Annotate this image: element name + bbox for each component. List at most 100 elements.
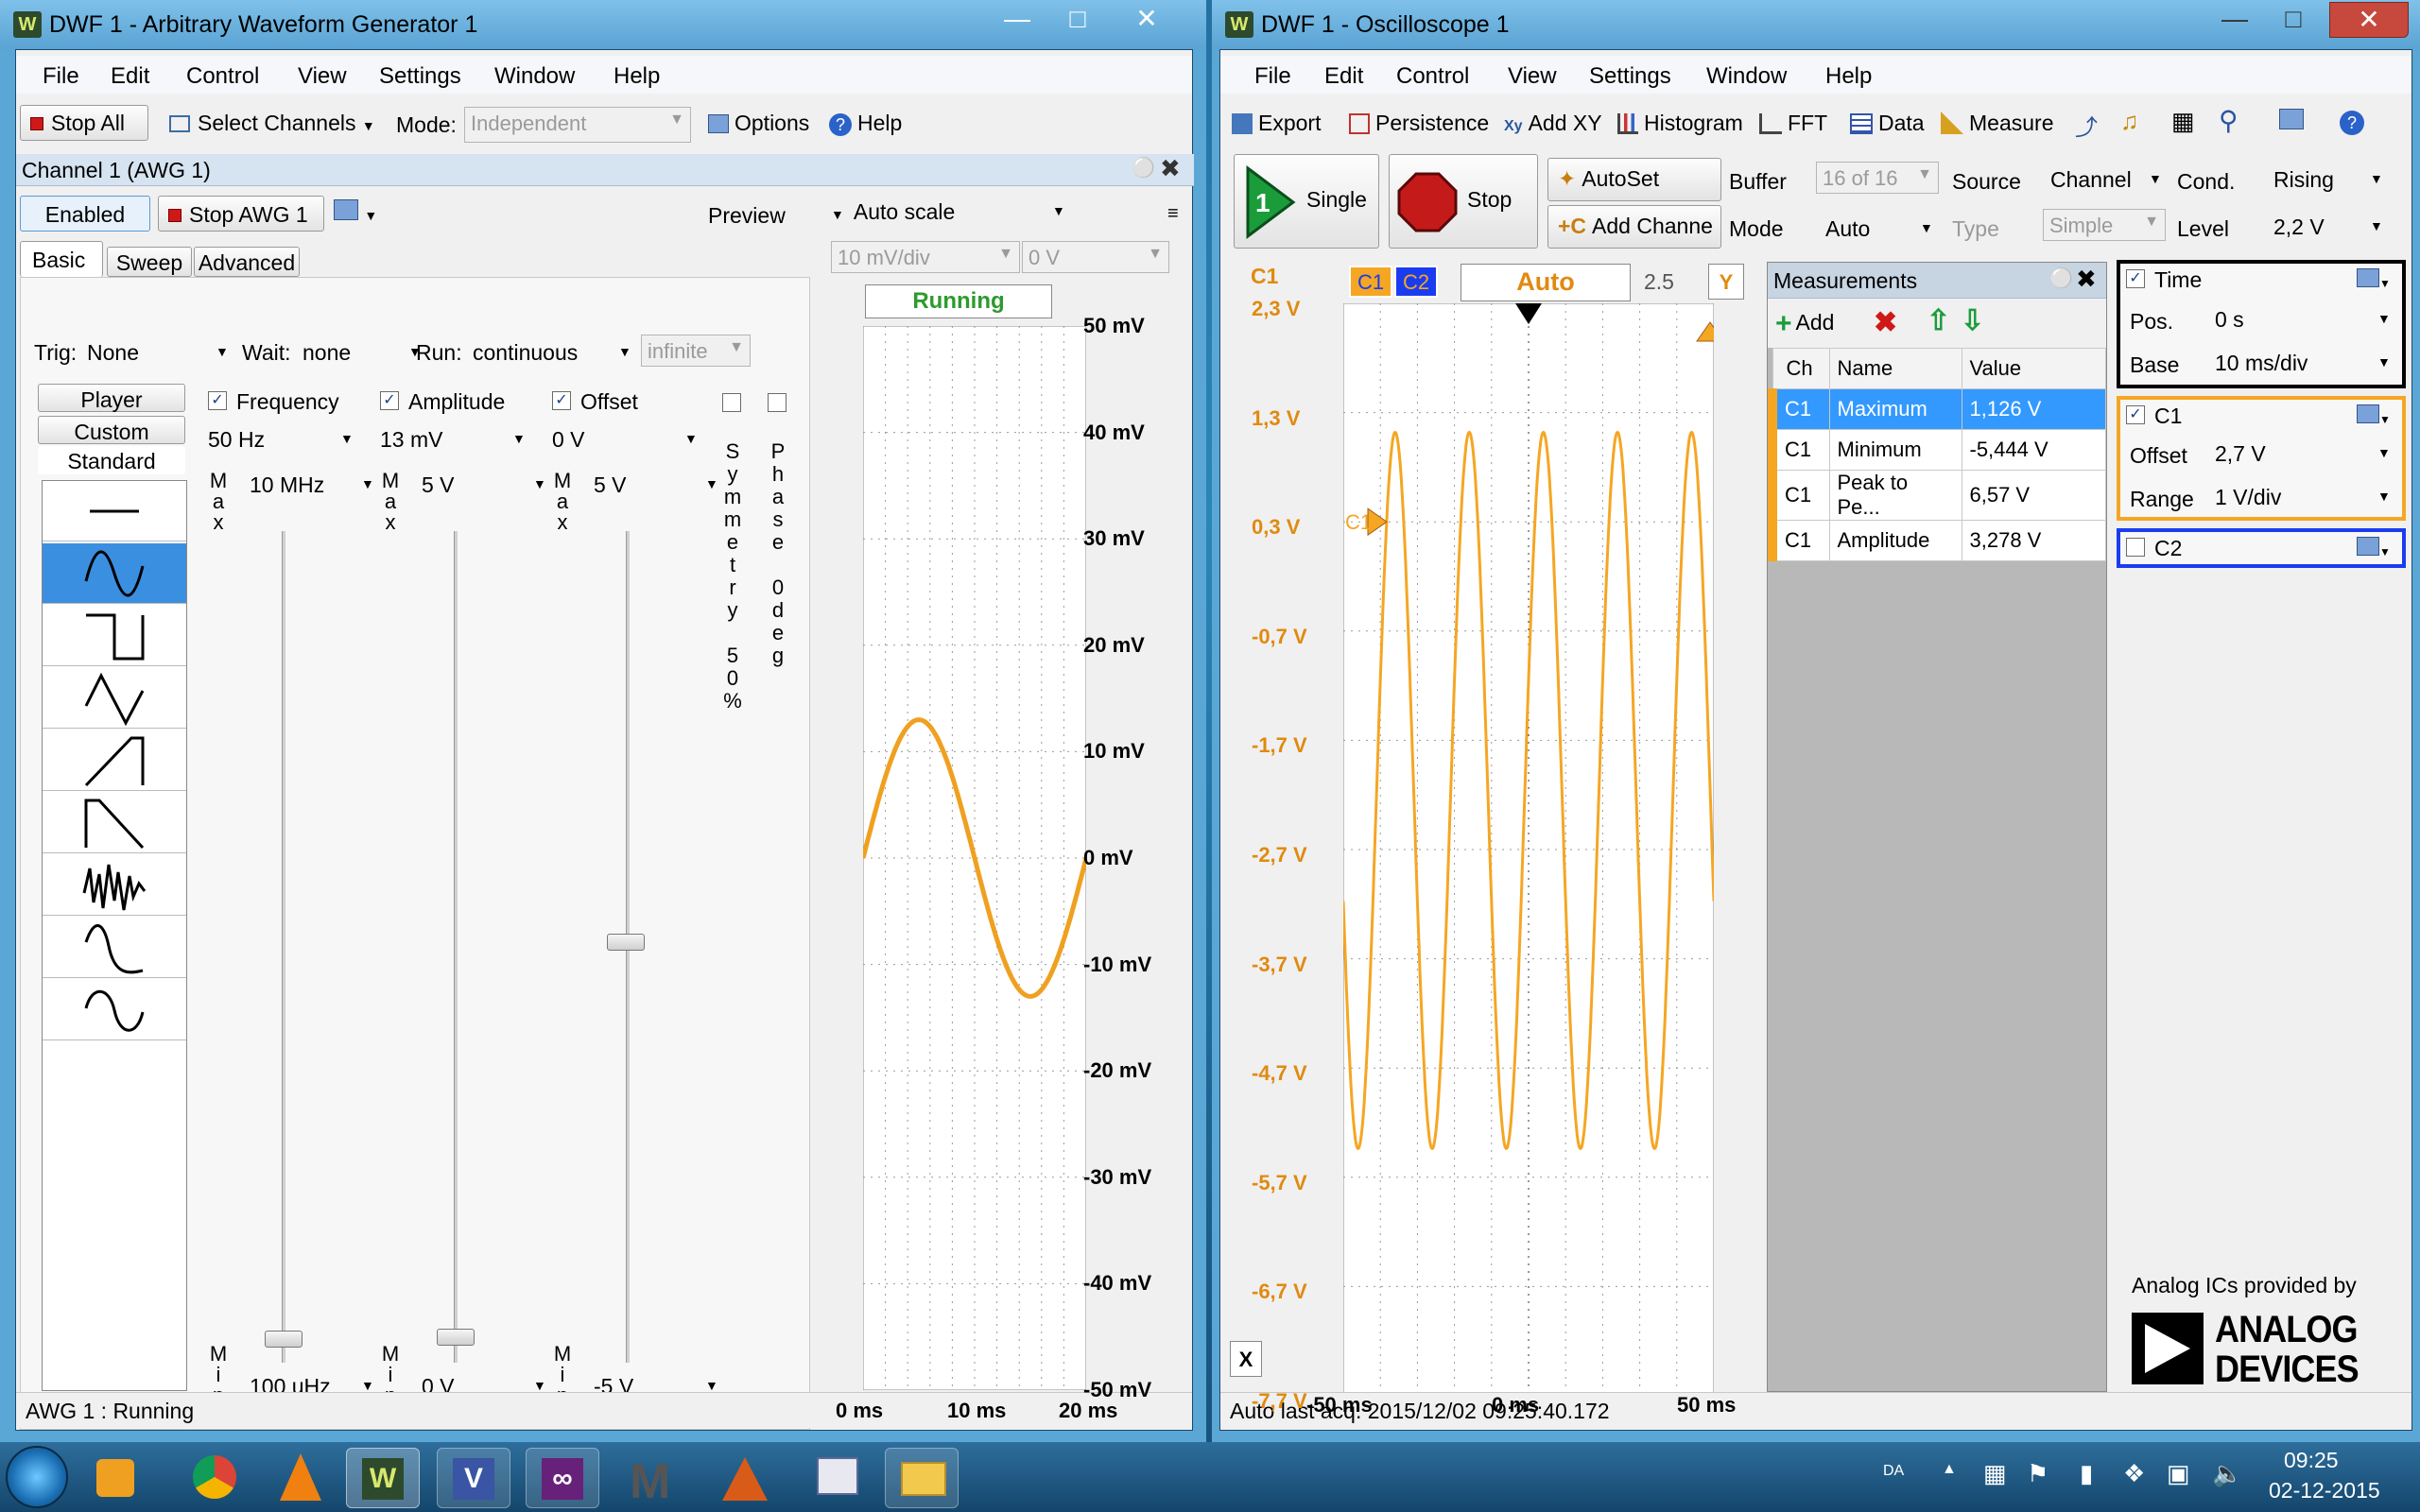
close-panel-icon[interactable]: ✖ — [1160, 154, 1181, 183]
tab-advanced[interactable]: Advanced — [194, 247, 300, 277]
cond-select[interactable]: Rising ▼ — [2273, 167, 2387, 193]
sine-shape-button[interactable] — [43, 543, 186, 604]
tray-chevron-icon[interactable]: ▲ — [1942, 1461, 1957, 1478]
c1-channel-button[interactable]: C1 — [1349, 266, 1392, 298]
fft-button[interactable]: FFT — [1759, 111, 1827, 136]
mathcad-icon[interactable]: M — [616, 1448, 690, 1509]
add-xy-button[interactable]: Xy Add XY — [1504, 111, 1602, 136]
zoom-icon[interactable]: ⚲ — [2219, 105, 2238, 136]
level-input[interactable]: 2,2 V ▼ — [2273, 215, 2387, 240]
close-panel-icon[interactable]: ✖ — [2076, 265, 2097, 294]
arrow-up-icon[interactable]: ⇧ — [1927, 304, 1950, 337]
data-button[interactable]: Data — [1850, 111, 1925, 136]
minimize-icon[interactable]: — — [993, 2, 1042, 38]
dc-shape-button[interactable] — [43, 481, 186, 541]
repeat-select[interactable]: infinite ▼ — [641, 335, 751, 367]
amplitude-slider-track[interactable] — [454, 531, 458, 1363]
trig-select[interactable]: None ▼ — [87, 340, 229, 366]
menu-edit[interactable]: Edit — [111, 63, 149, 90]
symmetry-checkbox[interactable] — [722, 393, 741, 412]
phase-checkbox[interactable] — [768, 393, 786, 412]
layout-icon[interactable]: ▦ — [2171, 107, 2195, 136]
type-select[interactable]: Simple ▼ — [2043, 209, 2166, 241]
menu-help[interactable]: Help — [1825, 63, 1872, 90]
menu-settings[interactable]: Settings — [379, 63, 461, 90]
volts-div-select[interactable]: 10 mV/div ▼ — [831, 241, 1020, 273]
frequency-slider-track[interactable] — [282, 531, 285, 1363]
menu-control[interactable]: Control — [186, 63, 259, 90]
frequency-max-select[interactable]: 10 MHz ▼ — [250, 472, 382, 498]
tab-sweep[interactable]: Sweep — [107, 247, 192, 277]
offset-checkbox[interactable]: ✓ — [552, 391, 571, 410]
clock-time[interactable]: 09:25 — [2284, 1448, 2339, 1473]
table-row[interactable]: C1 Minimum -5,444 V — [1768, 429, 2106, 471]
speaker-icon[interactable]: ♫ — [2120, 107, 2139, 136]
buffer-select[interactable]: 16 of 16 ▼ — [1816, 162, 1939, 194]
frequency-value[interactable]: 50 Hz ▼ — [208, 427, 359, 453]
start-button[interactable] — [6, 1446, 68, 1508]
pin-icon[interactable]: ⚪ — [2049, 266, 2073, 290]
shape-tab-standard[interactable]: Standard — [38, 446, 185, 474]
visual-studio-icon[interactable]: ∞ — [526, 1448, 599, 1508]
c1-offset-input[interactable]: 2,7 V ▼ — [2215, 441, 2394, 467]
frequency-checkbox[interactable]: ✓ — [208, 391, 227, 410]
help-icon[interactable]: ? — [2340, 109, 2364, 135]
waveforms-taskbar-icon[interactable]: W — [346, 1448, 420, 1508]
run-select[interactable]: continuous ▼ — [473, 340, 633, 366]
channel-options-icon[interactable]: ▼ — [334, 199, 377, 226]
menu-edit[interactable]: Edit — [1324, 63, 1363, 90]
stop-awg-button[interactable]: Stop AWG 1 — [158, 196, 324, 232]
c1-options-icon[interactable]: ▼ — [2357, 404, 2391, 429]
battery-icon[interactable]: ▮ — [2080, 1459, 2093, 1488]
shape-tab-player[interactable]: Player — [38, 384, 185, 412]
scope-titlebar[interactable]: W DWF 1 - Oscilloscope 1 — □ ✕ — [1212, 0, 2420, 49]
media-player-icon[interactable] — [79, 1448, 153, 1508]
maximize-icon[interactable]: □ — [2269, 2, 2318, 38]
base-input[interactable]: 10 ms/div ▼ — [2215, 351, 2394, 376]
menu-window[interactable]: Window — [494, 63, 575, 90]
table-row[interactable]: C1 Maximum 1,126 V — [1768, 388, 2106, 430]
persistence-button[interactable]: Persistence — [1349, 111, 1489, 136]
menu-window[interactable]: Window — [1706, 63, 1787, 90]
menu-view[interactable]: View — [1508, 63, 1557, 90]
matlab-icon[interactable] — [707, 1448, 781, 1508]
amplitude-slider-thumb[interactable] — [437, 1329, 475, 1346]
shape-tab-custom[interactable]: Custom — [38, 416, 185, 444]
amplitude-max-select[interactable]: 5 V ▼ — [422, 472, 554, 498]
c1-checkbox[interactable]: ✓ — [2126, 405, 2145, 424]
mode-select[interactable]: Auto ▼ — [1825, 216, 1939, 242]
settings-icon[interactable] — [2279, 109, 2304, 135]
amplitude-checkbox[interactable]: ✓ — [380, 391, 399, 410]
c2-checkbox[interactable] — [2126, 538, 2145, 557]
offset-slider-thumb[interactable] — [607, 934, 645, 951]
installer-icon[interactable] — [800, 1448, 873, 1508]
trapezium-shape-button[interactable] — [43, 918, 186, 978]
single-button[interactable]: 1 Single — [1234, 154, 1379, 249]
menu-control[interactable]: Control — [1396, 63, 1469, 90]
table-row[interactable]: C1 Amplitude 3,278 V — [1768, 520, 2106, 561]
ramp-down-shape-button[interactable] — [43, 793, 186, 853]
add-measurement-button[interactable]: + Add — [1775, 308, 1834, 340]
triangle-shape-button[interactable] — [43, 668, 186, 729]
delete-icon[interactable]: ✖ — [1874, 306, 1897, 339]
noise-shape-button[interactable] — [43, 855, 186, 916]
pos-input[interactable]: 0 s ▼ — [2215, 307, 2394, 333]
enabled-button[interactable]: Enabled — [20, 196, 150, 232]
amplitude-value[interactable]: 13 mV ▼ — [380, 427, 531, 453]
close-icon[interactable]: ✕ — [1115, 2, 1178, 38]
chrome-icon[interactable] — [176, 1448, 250, 1508]
language-indicator[interactable]: DA — [1883, 1463, 1904, 1480]
network-icon[interactable]: ▣ — [2167, 1459, 2190, 1488]
x-axis-button[interactable]: X — [1230, 1341, 1262, 1377]
clock-date[interactable]: 02-12-2015 — [2269, 1478, 2380, 1503]
maximize-icon[interactable]: □ — [1053, 2, 1102, 38]
ramp-up-shape-button[interactable] — [43, 730, 186, 791]
stop-all-button[interactable]: Stop All — [20, 105, 148, 141]
file-explorer-icon[interactable] — [885, 1448, 959, 1508]
wait-select[interactable]: none ▼ — [302, 340, 425, 366]
menu-settings[interactable]: Settings — [1589, 63, 1671, 90]
volume-icon[interactable]: 🔈 — [2212, 1459, 2242, 1488]
menu-view[interactable]: View — [298, 63, 347, 90]
minimize-icon[interactable]: — — [2210, 2, 2259, 38]
table-row[interactable]: C1 Peak to Pe... 6,57 V — [1768, 470, 2106, 521]
